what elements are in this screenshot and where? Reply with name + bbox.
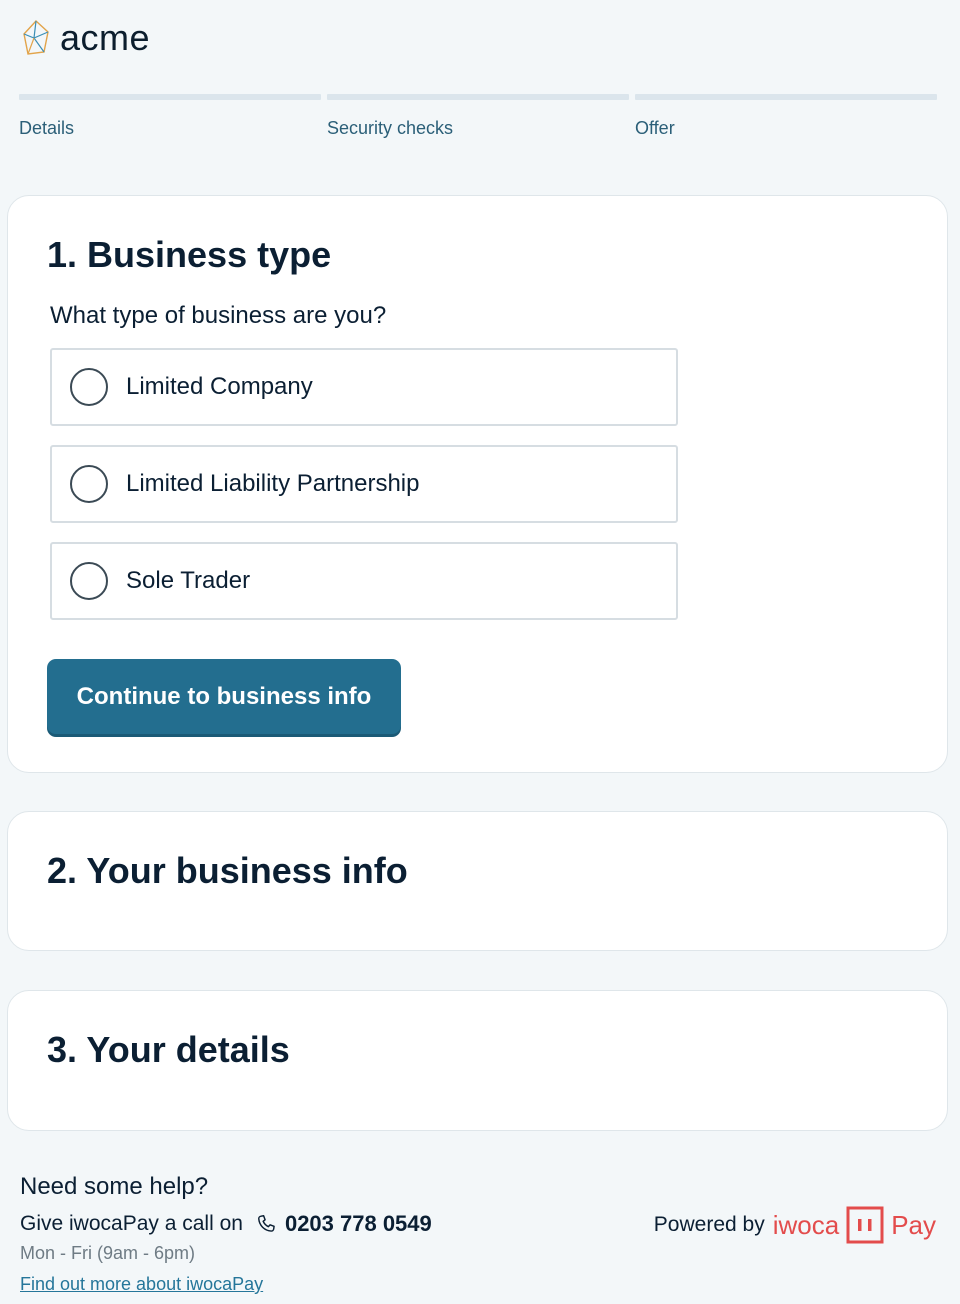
powered-by: Powered by iwoca Pay xyxy=(654,1206,936,1244)
business-type-card: 1. Business type What type of business a… xyxy=(7,195,948,773)
section-title: 3. Your details xyxy=(47,1029,290,1070)
iwoca-pay-logo-icon xyxy=(846,1206,884,1244)
call-text: Give iwocaPay a call on xyxy=(20,1212,243,1235)
phone-number[interactable]: 0203 778 0549 xyxy=(285,1211,432,1237)
brand-suffix: Pay xyxy=(891,1209,936,1240)
option-label: Limited Company xyxy=(126,373,313,400)
phone-icon xyxy=(257,1215,275,1232)
option-limited-company[interactable]: Limited Company xyxy=(50,348,678,426)
step-security-checks: Security checks xyxy=(327,94,629,139)
step-offer: Offer xyxy=(635,94,937,139)
continue-to-business-info-button[interactable]: Continue to business info xyxy=(47,659,401,734)
business-type-question: What type of business are you? xyxy=(50,302,387,329)
opening-hours: Mon - Fri (9am - 6pm) xyxy=(20,1243,196,1263)
polygon-logo-icon xyxy=(23,20,49,55)
radio-button[interactable] xyxy=(70,562,108,600)
logo-text: acme xyxy=(60,17,151,58)
radio-button[interactable] xyxy=(70,465,108,503)
find-out-more-link[interactable]: Find out more about iwocaPay xyxy=(20,1274,263,1295)
progress-steps: Details Security checks Offer xyxy=(19,94,937,139)
step-label: Details xyxy=(19,118,75,138)
step-bar xyxy=(327,94,629,100)
step-bar xyxy=(19,94,321,100)
step-details: Details xyxy=(19,94,321,139)
step-label: Offer xyxy=(635,118,675,138)
step-label: Security checks xyxy=(327,118,454,138)
your-details-card[interactable]: 3. Your details xyxy=(7,990,948,1131)
option-sole-trader[interactable]: Sole Trader xyxy=(50,542,678,620)
step-bar xyxy=(635,94,937,100)
section-title: 2. Your business info xyxy=(47,850,408,891)
help-title: Need some help? xyxy=(20,1173,209,1200)
powered-by-text: Powered by xyxy=(653,1213,765,1236)
radio-button[interactable] xyxy=(70,368,108,406)
app-header: acme xyxy=(20,16,150,60)
business-info-card[interactable]: 2. Your business info xyxy=(7,811,948,951)
section-title: 1. Business type xyxy=(47,234,332,275)
option-label: Sole Trader xyxy=(126,567,251,594)
option-label: Limited Liability Partnership xyxy=(126,470,420,497)
option-limited-liability-partnership[interactable]: Limited Liability Partnership xyxy=(50,445,678,523)
brand-name: iwoca xyxy=(772,1209,840,1240)
call-line: Give iwocaPay a call on 0203 778 0549 xyxy=(20,1211,432,1237)
help-section: Need some help? Give iwocaPay a call on … xyxy=(20,1173,432,1295)
